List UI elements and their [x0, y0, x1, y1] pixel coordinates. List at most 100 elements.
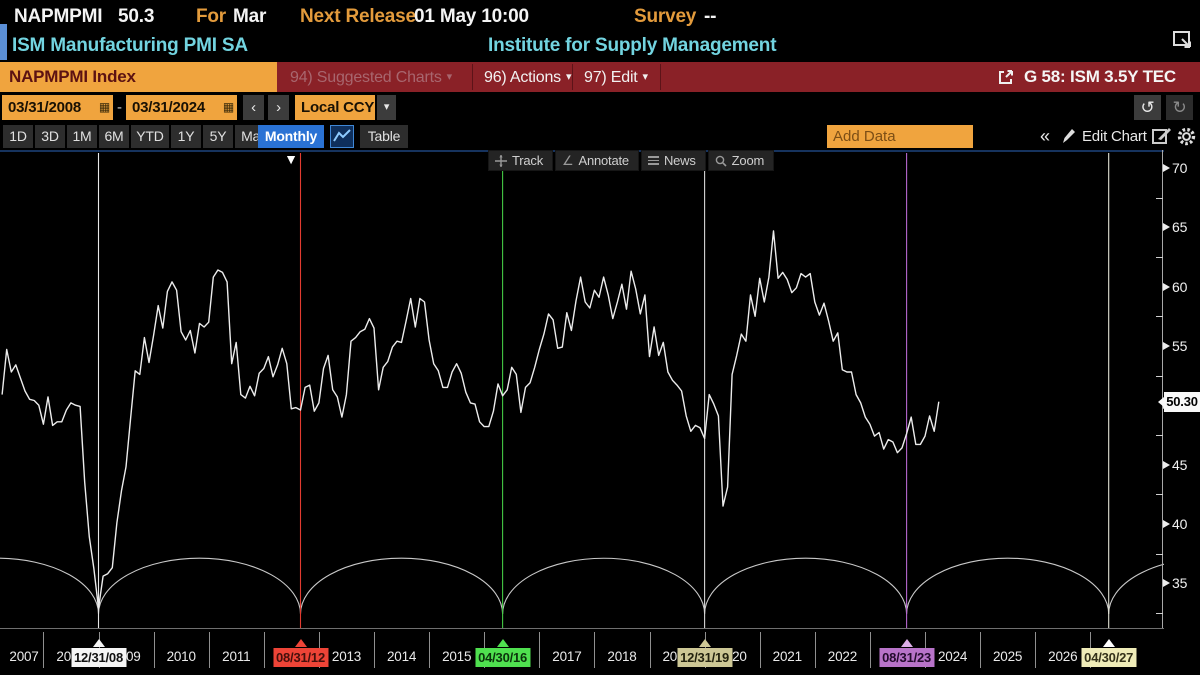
magnifier-icon	[715, 155, 727, 167]
x-axis-year-tick	[760, 632, 761, 668]
x-axis-year-tick	[209, 632, 210, 668]
range-button-5y[interactable]: 5Y	[203, 125, 233, 148]
screen-grab-icon[interactable]	[1172, 30, 1194, 54]
event-marker-triangle	[699, 639, 711, 647]
survey-value: --	[704, 6, 716, 28]
x-axis-year-tick	[815, 632, 816, 668]
range-button-1y[interactable]: 1Y	[171, 125, 201, 148]
x-axis-year-label: 2021	[773, 648, 802, 666]
undo-button[interactable]: ↺	[1134, 95, 1161, 120]
x-axis-year-label: 2018	[607, 648, 636, 666]
calendar-icon[interactable]: ▦	[96, 95, 113, 120]
pmi-line-series	[2, 231, 939, 608]
annotate-icon: ∠	[562, 151, 573, 170]
x-axis-year-tick	[650, 632, 651, 668]
annotate-button[interactable]: ∠ Annotate	[555, 150, 639, 171]
x-axis-year-tick	[429, 632, 430, 668]
chevron-down-icon: ▾	[638, 71, 648, 83]
range-button-ytd[interactable]: YTD	[131, 125, 169, 148]
line-chart-icon	[331, 126, 353, 147]
range-back-button[interactable]: ‹	[243, 95, 264, 120]
event-date-badge[interactable]: 12/31/08	[71, 648, 126, 667]
chart-settings-edit-icon[interactable]	[1150, 125, 1174, 148]
collapse-panel-button[interactable]: «	[1040, 125, 1050, 148]
y-axis-tick-arrow	[1163, 342, 1170, 350]
x-axis-year-label: 2024	[938, 648, 967, 666]
x-axis-year-tick	[99, 632, 100, 668]
range-controls-row: 03/31/2008 ▦ - 03/31/2024 ▦ ‹ › Local CC…	[0, 92, 1200, 122]
y-axis-tick-arrow	[1163, 461, 1170, 469]
x-axis-year-label: 2020	[717, 648, 746, 666]
menu-separator	[572, 64, 573, 90]
y-axis-label: 60	[1172, 279, 1187, 295]
x-axis-year-label: 2019	[662, 648, 691, 666]
event-marker-triangle	[93, 639, 105, 647]
x-axis-year-tick	[1090, 632, 1091, 668]
event-marker-triangle	[901, 639, 913, 647]
edit-button[interactable]: 97) Edit▾	[584, 62, 648, 92]
range-button-1d[interactable]: 1D	[3, 125, 33, 148]
for-value: Mar	[233, 6, 266, 28]
event-date-badge[interactable]: 12/31/19	[677, 648, 732, 667]
event-marker-triangle	[295, 639, 307, 647]
event-marker-triangle	[497, 639, 509, 647]
event-date-badge[interactable]: 08/31/12	[273, 648, 328, 667]
currency-select[interactable]: Local CCY	[295, 95, 375, 120]
x-axis-year-label: 2027	[1103, 648, 1132, 666]
track-button[interactable]: Track	[488, 150, 553, 171]
event-date-badge[interactable]: 08/31/23	[879, 648, 934, 667]
y-axis-tick-arrow	[1163, 164, 1170, 172]
open-in-launchpad-icon[interactable]	[997, 68, 1015, 86]
x-axis-year-label: 2015	[442, 648, 471, 666]
chart-toolbar: 1D3D1M6MYTD1Y5YMax Monthly ▼ Table « Edi…	[0, 122, 1200, 150]
last-price: 50.3	[118, 6, 154, 28]
actions-button[interactable]: 96) Actions▾	[484, 62, 571, 92]
security-tab-marker	[0, 24, 7, 60]
quote-header: NAPMPMI 50.3 For Mar Next Release 01 May…	[0, 0, 1200, 62]
x-axis-year-tick	[484, 632, 485, 668]
gear-icon[interactable]	[1176, 125, 1197, 148]
range-button-3d[interactable]: 3D	[35, 125, 65, 148]
event-marker-triangle	[1103, 639, 1115, 647]
x-axis-year-label: 2016	[497, 648, 526, 666]
table-button[interactable]: Table	[360, 125, 408, 148]
x-axis-year-label: 2013	[332, 648, 361, 666]
period-select[interactable]: Monthly ▼	[258, 125, 324, 148]
suggested-charts-button[interactable]: 94) Suggested Charts▾	[290, 62, 452, 92]
calendar-icon[interactable]: ▦	[220, 95, 237, 120]
redo-button[interactable]: ↻	[1166, 95, 1193, 120]
chart-type-button[interactable]	[330, 125, 354, 148]
date-range-dash: -	[117, 95, 122, 120]
x-axis-year-tick	[43, 632, 44, 668]
date-to-field[interactable]: 03/31/2024	[126, 95, 220, 120]
date-from-field[interactable]: 03/31/2008	[2, 95, 96, 120]
range-forward-button[interactable]: ›	[268, 95, 289, 120]
cycle-arcs	[0, 558, 1164, 614]
currency-dropdown-icon[interactable]: ▾	[377, 95, 396, 120]
security-description: ISM Manufacturing PMI SA	[12, 35, 248, 57]
event-date-badge[interactable]: 04/30/16	[475, 648, 530, 667]
chart-canvas[interactable]	[0, 150, 1164, 628]
range-button-6m[interactable]: 6M	[99, 125, 129, 148]
pencil-icon[interactable]	[1060, 125, 1076, 148]
x-axis-year-tick	[319, 632, 320, 668]
next-release-label: Next Release	[300, 6, 416, 28]
data-source: Institute for Supply Management	[488, 35, 776, 57]
add-data-input[interactable]	[827, 125, 973, 148]
y-axis-tick-arrow	[1163, 579, 1170, 587]
zoom-button[interactable]: Zoom	[708, 150, 774, 171]
security-input[interactable]: NAPMPMI Index	[0, 62, 277, 92]
news-button[interactable]: News	[641, 150, 706, 171]
x-axis-year-label: 2023	[883, 648, 912, 666]
x-axis-year-tick	[980, 632, 981, 668]
y-axis-tick-arrow	[1163, 283, 1170, 291]
next-release-value: 01 May 10:00	[414, 6, 529, 28]
edit-chart-button[interactable]: Edit Chart	[1082, 125, 1147, 148]
range-button-1m[interactable]: 1M	[67, 125, 97, 148]
y-axis-label: 35	[1172, 575, 1187, 591]
y-axis-label: 70	[1172, 160, 1187, 176]
x-axis-year-tick	[1035, 632, 1036, 668]
event-date-badge[interactable]: 04/30/27	[1081, 648, 1136, 667]
x-axis-year-tick	[154, 632, 155, 668]
chart-page-title: G 58: ISM 3.5Y TEC	[1024, 62, 1176, 92]
